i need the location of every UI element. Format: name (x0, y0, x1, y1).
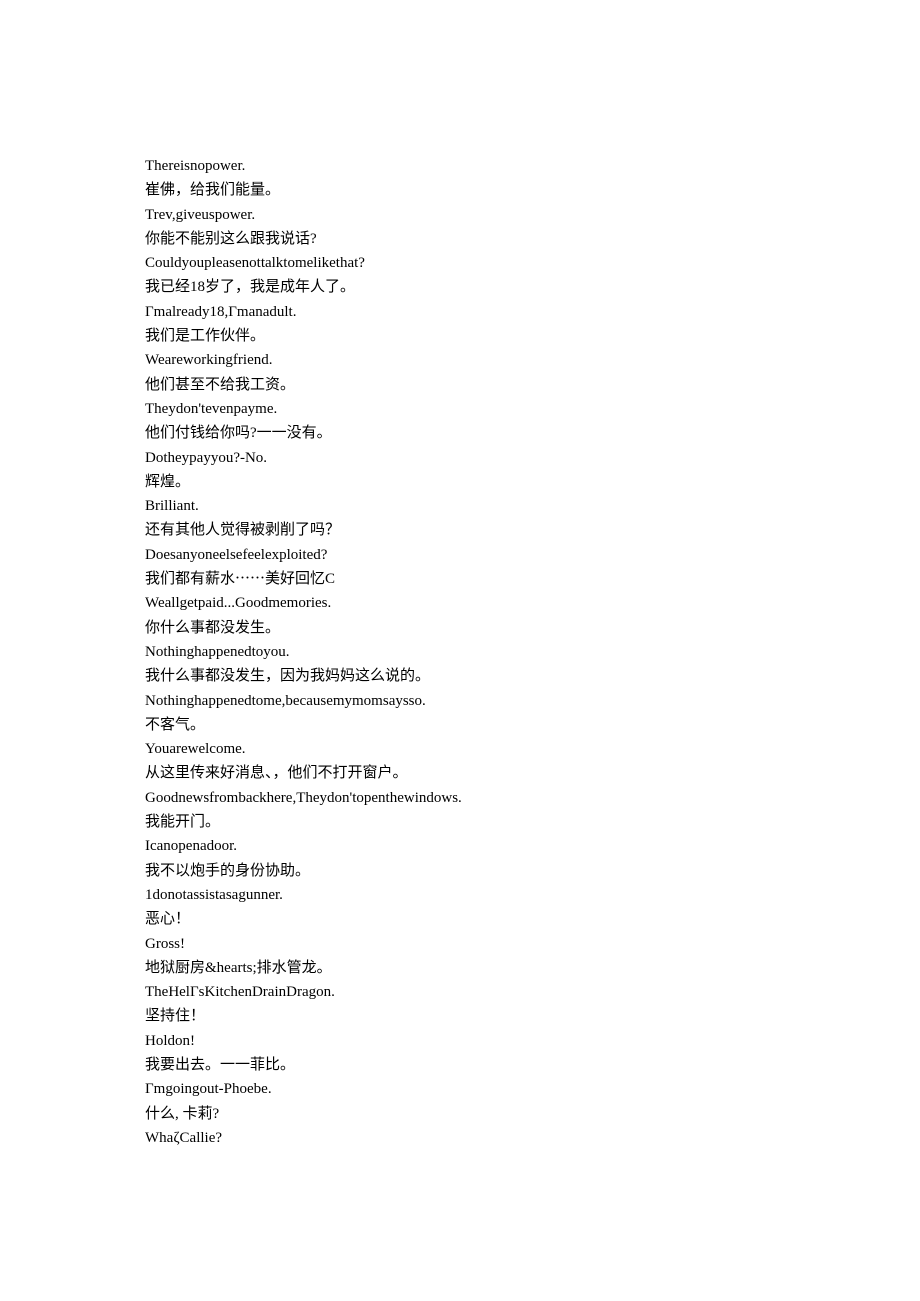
text-line: Gross! (145, 932, 920, 956)
text-line: 他们甚至不给我工资。 (145, 373, 920, 397)
text-line: Icanopenadoor. (145, 834, 920, 858)
document-page: Thereisnopower. 崔佛，给我们能量。 Trev,giveuspow… (0, 0, 920, 1150)
text-line: Holdon! (145, 1029, 920, 1053)
text-line: 我们都有薪水⋯⋯美好回忆C (145, 567, 920, 591)
text-line: 我能开门。 (145, 810, 920, 834)
text-line: Γmalready18,Γmanadult. (145, 300, 920, 324)
text-line: 你什么事都没发生。 (145, 616, 920, 640)
text-line: 辉煌。 (145, 470, 920, 494)
text-line: Doesanyoneelsefeelexploited? (145, 543, 920, 567)
text-line: 你能不能别这么跟我说话? (145, 227, 920, 251)
text-line: Couldyoupleasenottalktomelikethat? (145, 251, 920, 275)
text-line: Youarewelcome. (145, 737, 920, 761)
text-line: 我什么事都没发生，因为我妈妈这么说的。 (145, 664, 920, 688)
text-line: Nothinghappenedtoyou. (145, 640, 920, 664)
text-line: Dotheypayyou?-No. (145, 446, 920, 470)
text-line: 他们付钱给你吗?一一没有。 (145, 421, 920, 445)
text-line: 还有其他人觉得被剥削了吗？ (145, 518, 920, 542)
text-line: 崔佛，给我们能量。 (145, 178, 920, 202)
text-line: Theydon'tevenpayme. (145, 397, 920, 421)
text-line: Thereisnopower. (145, 154, 920, 178)
text-line: 1donotassistasagunner. (145, 883, 920, 907)
text-line: Nothinghappenedtome,becausemymomsaysso. (145, 689, 920, 713)
text-line: 不客气。 (145, 713, 920, 737)
text-line: 从这里传来好消息、，他们不打开窗户。 (145, 761, 920, 785)
text-line: 我已经18岁了，我是成年人了。 (145, 275, 920, 299)
text-line: 地狱厨房&hearts;排水管龙。 (145, 956, 920, 980)
text-line: 我不以炮手的身份协助。 (145, 859, 920, 883)
text-line: 什么, 卡莉? (145, 1102, 920, 1126)
text-line: Weallgetpaid...Goodmemories. (145, 591, 920, 615)
text-line: Brilliant. (145, 494, 920, 518)
text-line: WhaζCallie? (145, 1126, 920, 1150)
text-line: Weareworkingfriend. (145, 348, 920, 372)
text-line: 我们是工作伙伴。 (145, 324, 920, 348)
text-line: 恶心！ (145, 907, 920, 931)
text-line: Goodnewsfrombackhere,Theydon'topenthewin… (145, 786, 920, 810)
text-line: Trev,giveuspower. (145, 203, 920, 227)
text-line: 我要出去。一一菲比。 (145, 1053, 920, 1077)
text-line: Γmgoingout-Phoebe. (145, 1077, 920, 1101)
text-line: 坚持住！ (145, 1004, 920, 1028)
text-line: TheHelΓsKitchenDrainDragon. (145, 980, 920, 1004)
